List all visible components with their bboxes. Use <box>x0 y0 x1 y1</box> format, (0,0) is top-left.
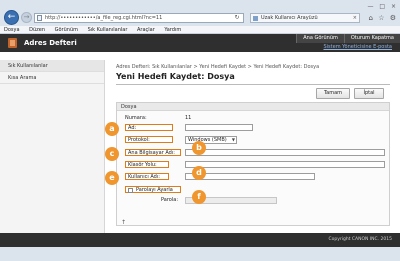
tab-title: Uzak Kullanıcı Arayüzü <box>261 15 318 21</box>
forward-arrow-icon: → <box>23 13 30 21</box>
folder-row: Klasör Yolu: <box>117 161 391 171</box>
host-name-label: Ana Bilgisayar Adı: <box>125 149 181 156</box>
password-label: Parola: <box>161 197 178 203</box>
host-row: Ana Bilgisayar Adı: <box>117 149 391 159</box>
window-controls: — □ × <box>363 3 396 10</box>
cancel-button[interactable]: İptal <box>354 88 384 99</box>
name-row: Ad: <box>117 124 391 134</box>
forward-button[interactable]: → <box>21 12 32 23</box>
browser-statusbar <box>0 247 400 261</box>
browser-tools: ⌂ ☆ ⚙ <box>366 14 396 22</box>
callout-badge-c: c <box>105 147 119 161</box>
callout-badge-e: e <box>105 171 119 185</box>
logout-button[interactable]: Oturum Kapatma <box>343 34 400 43</box>
page-icon <box>37 15 42 21</box>
folder-path-input[interactable] <box>185 161 385 168</box>
chevron-down-icon: ▼ <box>231 137 235 142</box>
copyright-text: Copyright CANON INC. 2015 <box>328 237 393 242</box>
close-window-icon[interactable]: × <box>391 3 396 10</box>
tab-close-icon[interactable]: × <box>353 14 357 22</box>
menu-favorites[interactable]: Sık Kullanılanlar <box>88 27 128 33</box>
name-label: Ad: <box>125 124 173 131</box>
protocol-row: Protokol: Windows (SMB) ▼ <box>117 136 391 146</box>
menu-tools[interactable]: Araçlar <box>137 27 155 33</box>
system-admin-email-link[interactable]: Sistem Yöneticisine E-posta <box>323 43 392 52</box>
breadcrumb: Adres Defteri: Sık Kullanılanlar > Yeni … <box>116 64 320 70</box>
main-content: Adres Defteri: Sık Kullanılanlar > Yeni … <box>105 60 400 233</box>
number-value: 11 <box>185 115 192 121</box>
maximize-icon[interactable]: □ <box>379 3 385 10</box>
callout-badge-d: d <box>192 166 206 180</box>
menu-edit[interactable]: Düzen <box>29 27 45 33</box>
app-footer: Copyright CANON INC. 2015 <box>0 233 400 247</box>
host-name-input[interactable] <box>185 149 385 156</box>
title-divider <box>116 84 390 85</box>
tab-favicon-icon <box>253 16 258 21</box>
minimize-icon[interactable]: — <box>367 3 373 10</box>
file-settings-panel: Dosya Numara: 11 Ad: Protokol: Windows (… <box>105 102 391 226</box>
set-password-label[interactable]: Parolayı Ayarla <box>125 186 181 193</box>
back-arrow-icon: ← <box>7 12 16 22</box>
folder-path-label: Klasör Yolu: <box>125 161 169 168</box>
ok-button[interactable]: Tamam <box>316 88 350 99</box>
browser-menubar: Dosya Düzen Görünüm Sık Kullanılanlar Ar… <box>0 26 400 34</box>
name-input[interactable] <box>185 124 253 131</box>
sidebar: Sık Kullanılanlar Kısa Arama <box>0 60 105 233</box>
address-bar[interactable]: http://••••••••••••/a_file_reg.cgi.html?… <box>34 13 244 23</box>
favorites-star-icon[interactable]: ☆ <box>378 14 384 22</box>
callout-badge-b: b <box>192 141 206 155</box>
sidebar-item-coded-dial[interactable]: Kısa Arama <box>0 72 104 84</box>
menu-file[interactable]: Dosya <box>4 27 20 33</box>
set-password-text: Parolayı Ayarla <box>136 187 173 193</box>
callout-badge-f: f <box>192 190 206 204</box>
browser-tab[interactable]: Uzak Kullanıcı Arayüzü × <box>250 13 360 23</box>
user-row: Kullanıcı Adı: <box>117 173 391 183</box>
panel-title: Dosya <box>117 103 389 111</box>
address-url: http://••••••••••••/a_file_reg.cgi.html?… <box>45 15 163 21</box>
refresh-icon[interactable]: ↻ <box>232 13 242 23</box>
app-header: Adres Defteri Ana Görünüm Oturum Kapatma… <box>0 34 400 52</box>
sidebar-item-favorites[interactable]: Sık Kullanılanlar <box>0 60 104 72</box>
callout-badge-a: a <box>105 122 119 136</box>
header-buttons: Ana Görünüm Oturum Kapatma <box>296 34 400 43</box>
menu-help[interactable]: Yardım <box>164 27 181 33</box>
home-icon[interactable]: ⌂ <box>369 14 373 22</box>
scroll-to-top-icon[interactable]: ↑ <box>121 219 126 226</box>
menu-view[interactable]: Görünüm <box>55 27 78 33</box>
set-password-checkbox[interactable] <box>128 188 133 193</box>
password-row: Parola: <box>117 197 391 207</box>
set-password-row: Parolayı Ayarla <box>117 186 391 196</box>
app-title: Adres Defteri <box>24 39 77 47</box>
user-name-label: Kullanıcı Adı: <box>125 173 169 180</box>
back-button[interactable]: ← <box>4 10 19 25</box>
page-title: Yeni Hedefi Kaydet: Dosya <box>116 72 235 81</box>
address-book-icon <box>8 38 17 48</box>
portal-button[interactable]: Ana Görünüm <box>296 34 344 43</box>
number-label: Numara: <box>125 115 147 121</box>
settings-gear-icon[interactable]: ⚙ <box>390 14 396 22</box>
protocol-label: Protokol: <box>125 136 173 143</box>
